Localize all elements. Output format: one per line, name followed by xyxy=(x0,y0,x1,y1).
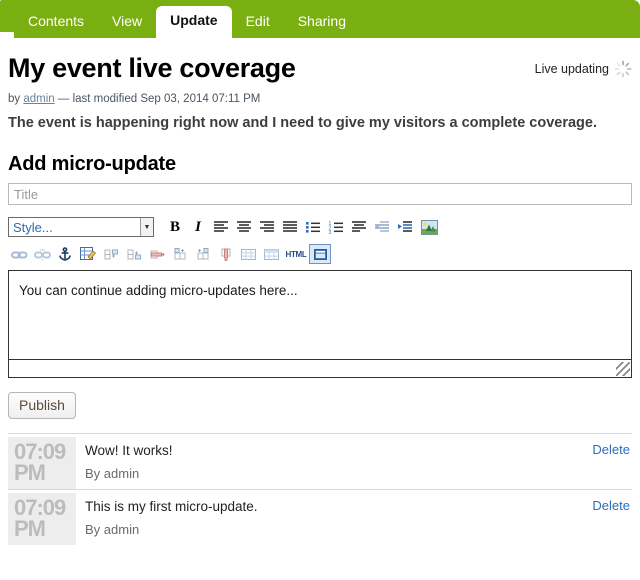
update-author: By admin xyxy=(85,522,140,537)
update-text: Wow! It works! xyxy=(85,443,173,458)
unlink-icon[interactable] xyxy=(31,244,53,264)
insert-link-icon[interactable] xyxy=(8,244,30,264)
timestamp-badge: 07:09 PM xyxy=(8,493,76,545)
list-item: 07:09 PM This is my first micro-update. … xyxy=(8,489,632,545)
editor-body-text[interactable]: You can continue adding micro-updates he… xyxy=(9,271,631,310)
fullscreen-icon[interactable] xyxy=(309,244,331,264)
delete-row-icon[interactable] xyxy=(146,244,168,264)
micro-update-title-input[interactable] xyxy=(8,183,632,205)
italic-icon[interactable]: I xyxy=(187,217,209,237)
micro-update-body-editor[interactable]: You can continue adding micro-updates he… xyxy=(8,270,632,378)
editor-toolbar: Style... ▼ B I 1 2 3 HTML xyxy=(8,216,632,264)
byline-modified: — last modified Sep 03, 2014 07:11 PM xyxy=(57,93,261,105)
blockquote-icon[interactable] xyxy=(348,217,370,237)
html-source-label: HTML xyxy=(285,249,307,259)
add-micro-update-title: Add micro-update xyxy=(8,153,176,175)
insert-column-before-icon[interactable] xyxy=(169,244,191,264)
html-source-icon[interactable]: HTML xyxy=(284,244,308,264)
micro-updates-list: 07:09 PM Wow! It works! By admin Delete … xyxy=(8,433,632,545)
lead-description: The event is happening right now and I n… xyxy=(8,115,597,131)
delete-link[interactable]: Delete xyxy=(592,498,630,513)
update-content: This is my first micro-update. By admin xyxy=(76,493,632,545)
style-select[interactable]: Style... ▼ xyxy=(8,217,154,237)
bullet-list-icon[interactable] xyxy=(302,217,324,237)
tab-sharing[interactable]: Sharing xyxy=(284,7,360,38)
tab-edit[interactable]: Edit xyxy=(232,7,284,38)
edit-table-icon[interactable] xyxy=(77,244,99,264)
align-right-icon[interactable] xyxy=(256,217,278,237)
insert-image-icon[interactable] xyxy=(417,217,441,237)
align-left-icon[interactable] xyxy=(210,217,232,237)
insert-table-icon[interactable] xyxy=(238,244,260,264)
update-text: This is my first micro-update. xyxy=(85,499,258,514)
numbered-list-icon[interactable]: 123 xyxy=(325,217,347,237)
tab-bar: Contents View Update Edit Sharing xyxy=(0,0,640,38)
byline: by admin — last modified Sep 03, 2014 07… xyxy=(8,93,632,105)
toolbar-row-2: HTML xyxy=(8,244,632,264)
publish-button[interactable]: Publish xyxy=(8,392,76,419)
chevron-down-icon: ▼ xyxy=(140,218,153,236)
indent-icon[interactable] xyxy=(394,217,416,237)
timestamp-ampm: PM xyxy=(14,516,46,541)
editor-status-bar xyxy=(9,359,631,377)
update-author: By admin xyxy=(85,466,140,481)
loading-spinner-icon xyxy=(614,60,632,78)
byline-author-link[interactable]: admin xyxy=(23,93,54,105)
toolbar-row-1: Style... ▼ B I 1 2 3 xyxy=(8,216,632,238)
live-updating-label: Live updating xyxy=(534,62,609,76)
delete-column-icon[interactable] xyxy=(215,244,237,264)
table-header-icon[interactable] xyxy=(261,244,283,264)
timestamp-ampm: PM xyxy=(14,460,46,485)
insert-row-after-icon[interactable] xyxy=(123,244,145,264)
anchor-icon[interactable] xyxy=(54,244,76,264)
timestamp-badge: 07:09 PM xyxy=(8,437,76,489)
delete-link[interactable]: Delete xyxy=(592,442,630,457)
insert-column-after-icon[interactable] xyxy=(192,244,214,264)
update-content: Wow! It works! By admin xyxy=(76,437,632,489)
live-updating-indicator: Live updating xyxy=(535,60,632,78)
insert-row-before-icon[interactable] xyxy=(100,244,122,264)
page-header: My event live coverage Live updating xyxy=(8,52,632,84)
outdent-icon[interactable] xyxy=(371,217,393,237)
svg-text:3: 3 xyxy=(329,230,332,234)
tab-update[interactable]: Update xyxy=(156,6,232,38)
align-justify-icon[interactable] xyxy=(279,217,301,237)
list-item: 07:09 PM Wow! It works! By admin Delete xyxy=(8,433,632,489)
align-center-icon[interactable] xyxy=(233,217,255,237)
byline-prefix: by xyxy=(8,93,21,105)
tab-contents[interactable]: Contents xyxy=(14,7,98,38)
resize-grip-handle[interactable] xyxy=(616,362,630,376)
style-select-label: Style... xyxy=(13,219,53,235)
bold-icon[interactable]: B xyxy=(164,217,186,237)
tabbar-corner-notch xyxy=(0,32,14,38)
tab-view[interactable]: View xyxy=(98,7,156,38)
